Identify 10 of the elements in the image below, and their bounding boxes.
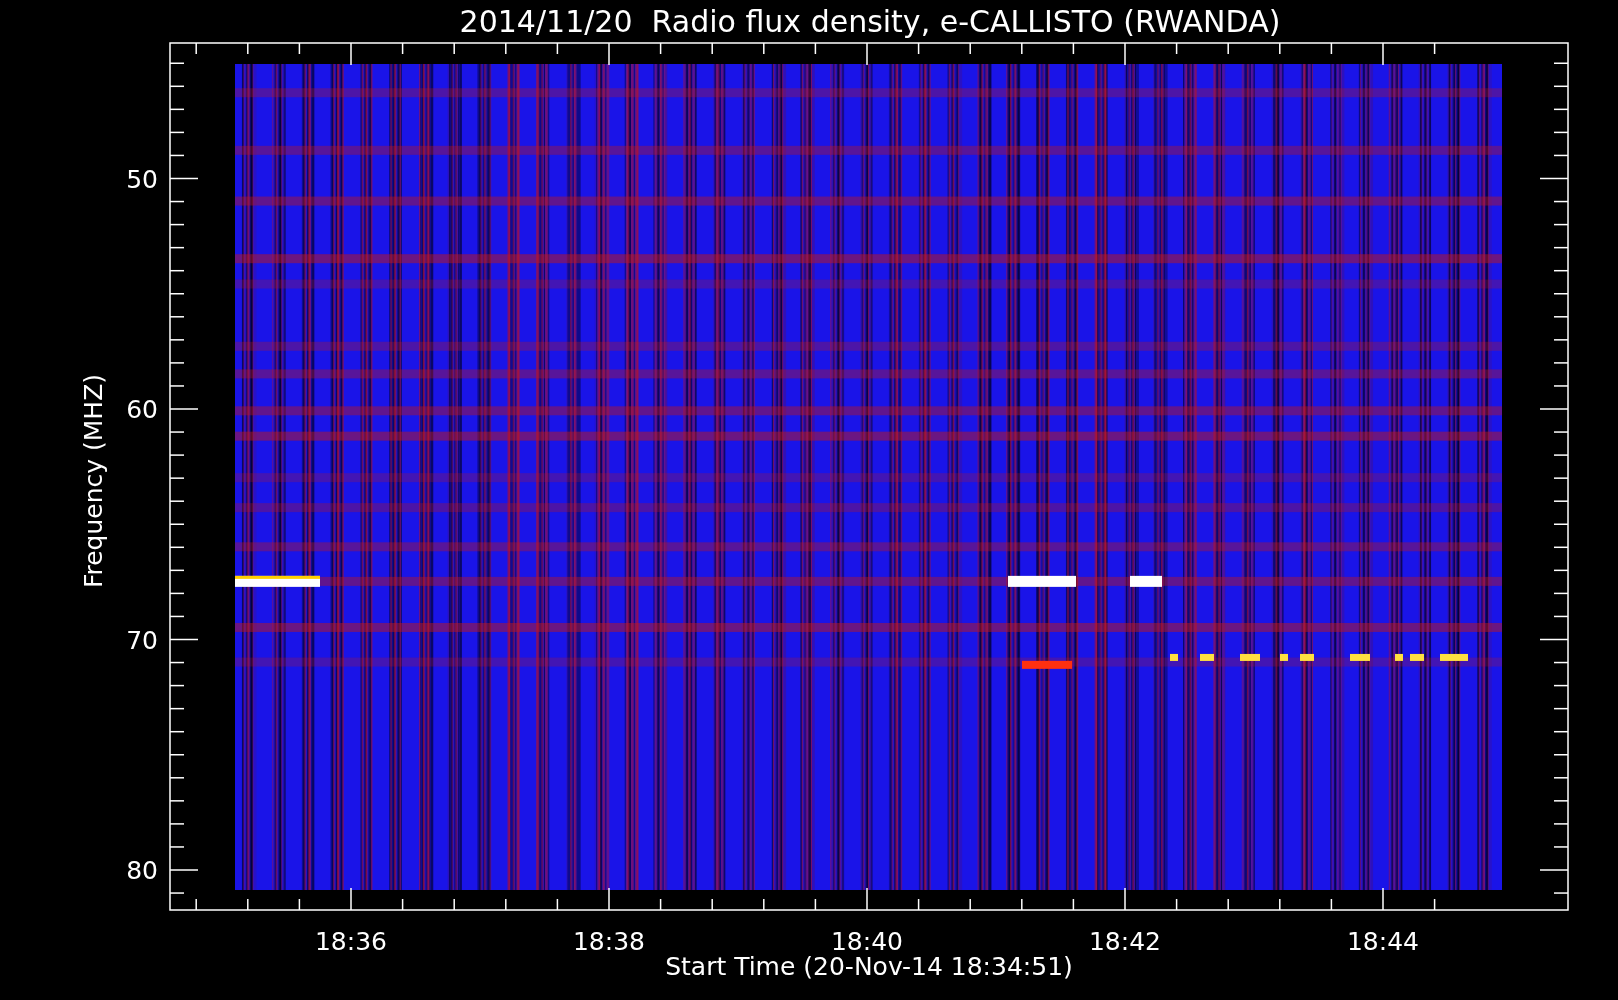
x-tick-label: 18:38 (573, 927, 645, 956)
y-axis-label: Frequency (MHZ) (79, 373, 108, 589)
y-tick-label: 60 (126, 395, 158, 424)
x-tick-label: 18:44 (1347, 927, 1419, 956)
y-tick-label: 70 (126, 625, 158, 655)
x-tick-label: 18:42 (1089, 927, 1161, 956)
y-tick-label: 80 (126, 856, 158, 885)
y-tick-label: 50 (126, 164, 158, 194)
plot-title: 2014/11/20 Radio flux density, e-CALLISTO (RWANDA) (459, 4, 1281, 39)
x-tick-label: 18:36 (315, 927, 387, 956)
